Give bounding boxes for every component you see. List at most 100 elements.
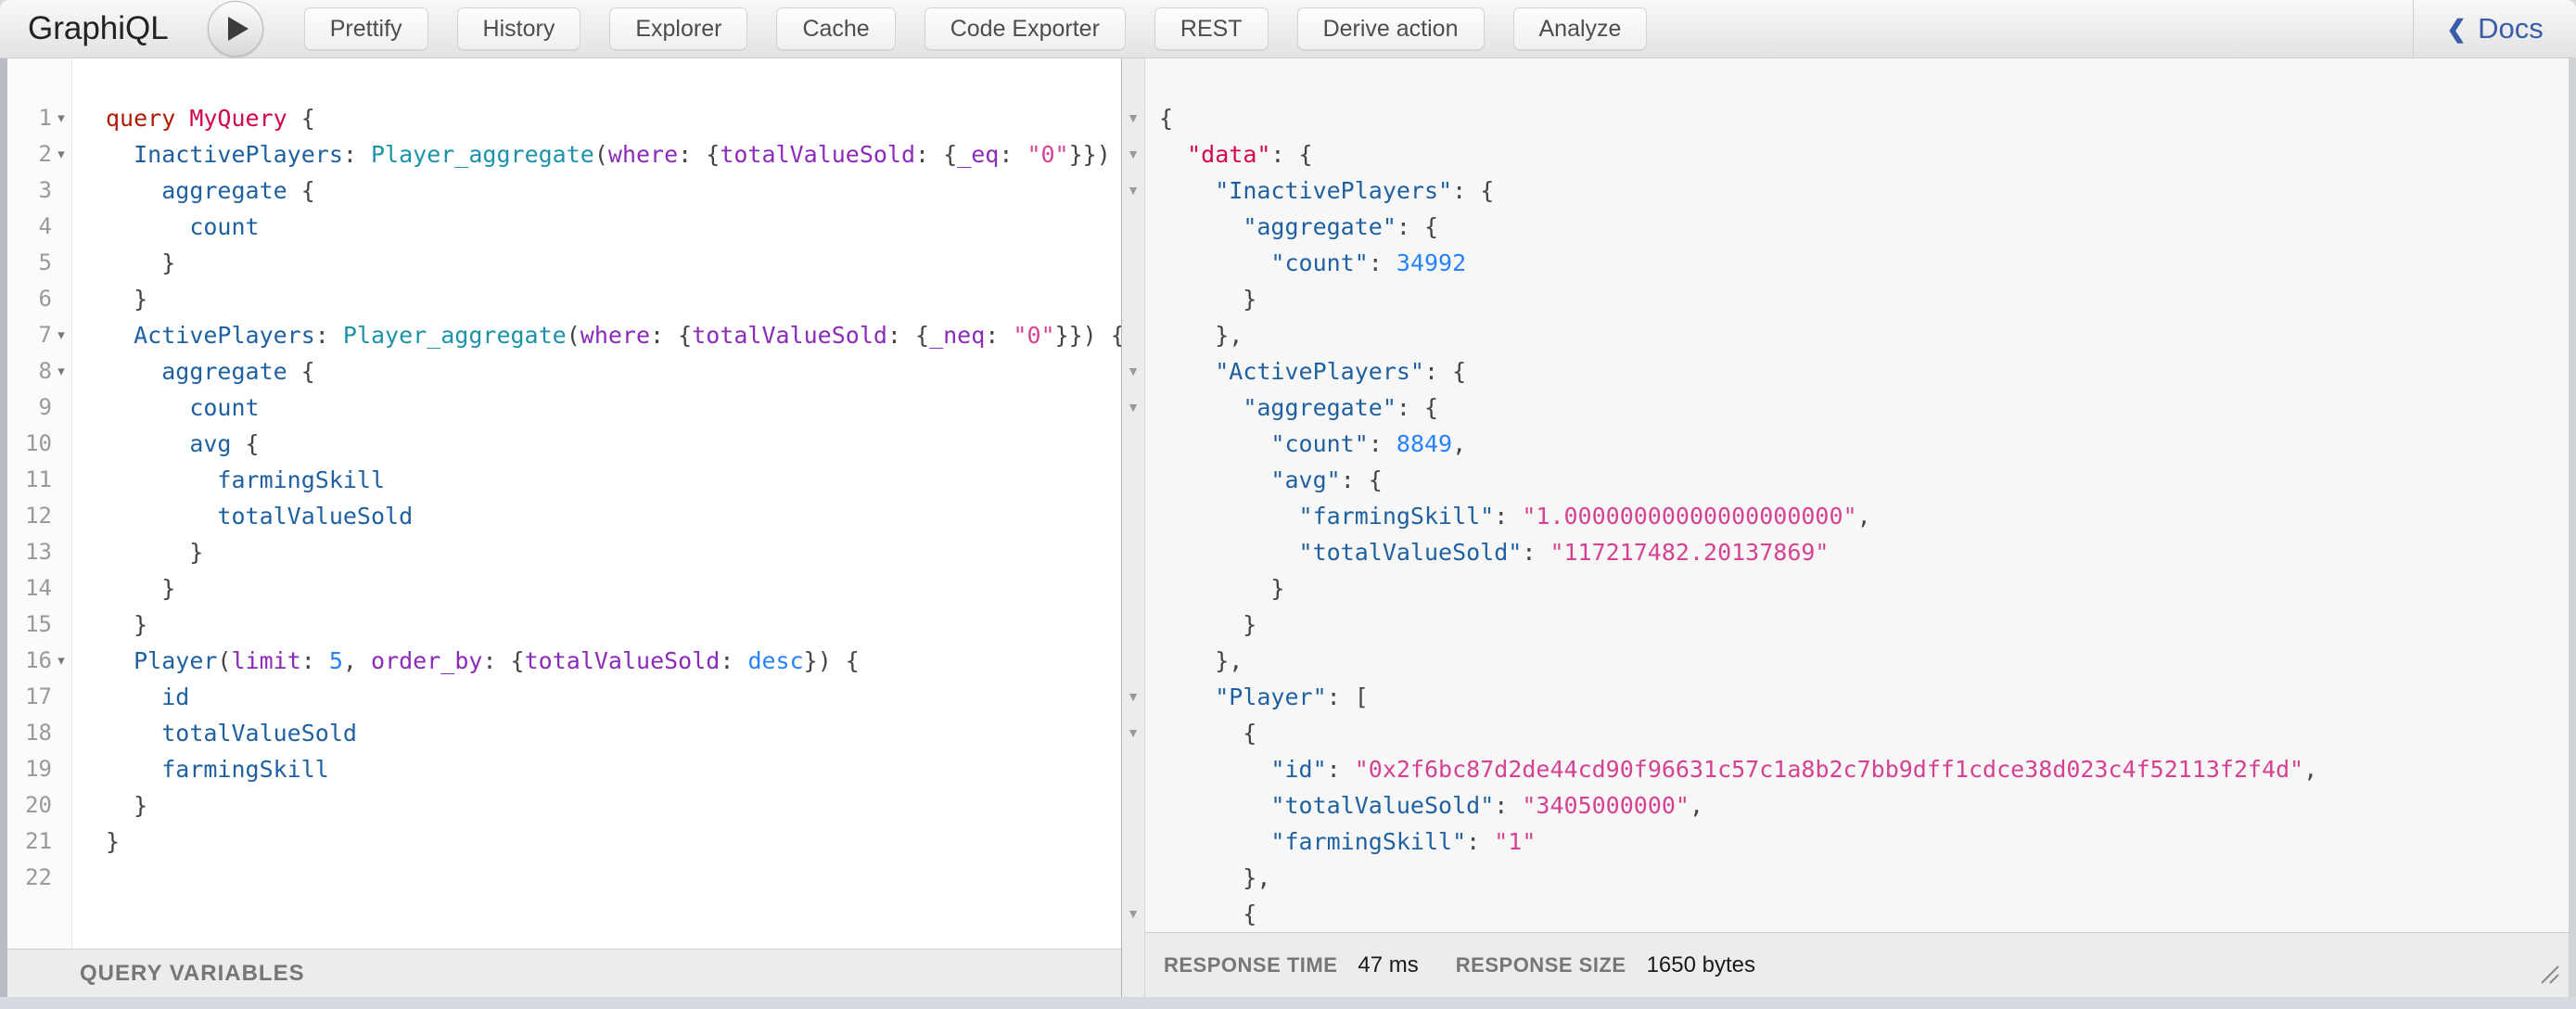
toolbar-button-history[interactable]: History [457, 7, 581, 50]
gutter-line: 15 [7, 607, 71, 643]
line-number: 12 [7, 498, 52, 534]
left-window-edge [0, 58, 7, 997]
gutter-line: 13 [7, 534, 71, 570]
result-fold-gutter: ▼▼▼▼▼▼▼▼ [1122, 58, 1144, 932]
result-fold-arrow-icon[interactable]: ▼ [1122, 353, 1144, 390]
result-json-line: "totalValueSold": "117217482.20137869" [1159, 534, 2569, 570]
toolbar-button-rest[interactable]: REST [1154, 7, 1269, 50]
query-code-line: query MyQuery { [106, 100, 1121, 136]
response-time-value: 47 ms [1358, 952, 1418, 978]
toolbar-button-cache[interactable]: Cache [776, 7, 895, 50]
result-fold-arrow-icon[interactable]: ▼ [1122, 100, 1144, 136]
gutter-line: 19 [7, 751, 71, 787]
gutter-line: 20 [7, 787, 71, 824]
result-fold-arrow-icon[interactable]: ▼ [1122, 136, 1144, 172]
gutter-line: 10 [7, 426, 71, 462]
line-number: 4 [7, 209, 52, 245]
gutter-line: 7▾ [7, 317, 71, 353]
response-size-group: RESPONSE SIZE 1650 bytes [1456, 952, 1755, 978]
result-json-line: "id": "0x2f6bc87d2de44cd90f96631c57c1a8b… [1159, 751, 2569, 787]
toolbar-button-prettify[interactable]: Prettify [304, 7, 428, 50]
toolbar-button-analyze[interactable]: Analyze [1513, 7, 1648, 50]
query-code-line: farmingSkill [106, 462, 1121, 498]
result-fold-spacer [1122, 281, 1144, 317]
line-number: 19 [7, 751, 52, 787]
fold-arrow-icon[interactable]: ▾ [52, 353, 70, 390]
fold-arrow-icon[interactable]: ▾ [52, 100, 70, 136]
play-icon [228, 17, 249, 41]
query-variables-label: QUERY VARIABLES [80, 961, 305, 987]
result-fold-arrow-icon[interactable]: ▼ [1122, 172, 1144, 209]
resize-handle[interactable] [2535, 960, 2561, 986]
result-fold-arrow-icon[interactable]: ▼ [1122, 679, 1144, 715]
result-fold-spacer [1122, 498, 1144, 534]
result-json-line: "count": 8849, [1159, 426, 2569, 462]
response-time-label: RESPONSE TIME [1164, 953, 1337, 977]
gutter-line: 6 [7, 281, 71, 317]
line-number: 21 [7, 824, 52, 860]
graphiql-app: GraphiQL PrettifyHistoryExplorerCacheCod… [0, 0, 2576, 997]
line-number: 7 [7, 317, 52, 353]
query-code-line: } [106, 570, 1121, 607]
result-fold-arrow-icon[interactable]: ▼ [1122, 896, 1144, 932]
gutter-line: 5 [7, 245, 71, 281]
fold-arrow-icon[interactable]: ▾ [52, 136, 70, 172]
gutter-line: 8▾ [7, 353, 71, 390]
result-json-line: "aggregate": { [1159, 209, 2569, 245]
query-editor[interactable]: 1▾2▾34567▾8▾910111213141516▾171819202122… [7, 58, 1121, 950]
query-code-line: id [106, 679, 1121, 715]
gutter-line: 21 [7, 824, 71, 860]
query-code-line: farmingSkill [106, 751, 1121, 787]
result-fold-arrow-icon[interactable]: ▼ [1122, 715, 1144, 751]
line-number: 15 [7, 607, 52, 643]
pane-divider[interactable]: ▼▼▼▼▼▼▼▼ [1121, 58, 1145, 997]
query-code-line: count [106, 209, 1121, 245]
line-number: 10 [7, 426, 52, 462]
result-fold-spacer [1122, 824, 1144, 860]
result-json-line: { [1159, 896, 2569, 932]
result-fold-arrow-icon[interactable]: ▼ [1122, 390, 1144, 426]
query-variables-bar[interactable]: QUERY VARIABLES [7, 949, 1121, 997]
fold-arrow-icon[interactable]: ▾ [52, 317, 70, 353]
toolbar-button-code-exporter[interactable]: Code Exporter [925, 7, 1126, 50]
result-fold-spacer [1122, 751, 1144, 787]
result-json-line: "avg": { [1159, 462, 2569, 498]
query-code-line: InactivePlayers: Player_aggregate(where:… [106, 136, 1121, 172]
execute-query-button[interactable] [208, 1, 263, 57]
toolbar-button-derive-action[interactable]: Derive action [1297, 7, 1485, 50]
result-json-line: }, [1159, 643, 2569, 679]
result-json-line: }, [1159, 317, 2569, 353]
fold-arrow-icon[interactable]: ▾ [52, 643, 70, 679]
query-code-line: totalValueSold [106, 715, 1121, 751]
result-json-line: "count": 34992 [1159, 245, 2569, 281]
result-fold-spacer [1122, 860, 1144, 896]
line-number: 18 [7, 715, 52, 751]
query-code-line: Player(limit: 5, order_by: {totalValueSo… [106, 643, 1121, 679]
gutter-line: 16▾ [7, 643, 71, 679]
line-number: 3 [7, 172, 52, 209]
query-code-line: avg { [106, 426, 1121, 462]
line-number: 20 [7, 787, 52, 824]
gutter-line: 12 [7, 498, 71, 534]
line-number-gutter: 1▾2▾34567▾8▾910111213141516▾171819202122 [7, 58, 72, 950]
result-fold-spacer [1122, 245, 1144, 281]
result-json-line: }, [1159, 860, 2569, 896]
query-code-line: } [106, 824, 1121, 860]
line-number: 17 [7, 679, 52, 715]
line-number: 8 [7, 353, 52, 390]
query-editor-pane: 1▾2▾34567▾8▾910111213141516▾171819202122… [7, 58, 1121, 997]
query-code-line: } [106, 534, 1121, 570]
line-number: 5 [7, 245, 52, 281]
line-number: 22 [7, 860, 52, 896]
result-json-line: "InactivePlayers": { [1159, 172, 2569, 209]
result-json-line: "aggregate": { [1159, 390, 2569, 426]
docs-toggle[interactable]: ❮ Docs [2413, 0, 2576, 57]
main-split: 1▾2▾34567▾8▾910111213141516▾171819202122… [0, 58, 2576, 997]
gutter-line: 14 [7, 570, 71, 607]
result-fold-spacer [1122, 643, 1144, 679]
query-code-line: } [106, 281, 1121, 317]
result-fold-spacer [1122, 570, 1144, 607]
status-bar: RESPONSE TIME 47 ms RESPONSE SIZE 1650 b… [1145, 932, 2569, 997]
query-code: query MyQuery { InactivePlayers: Player_… [72, 58, 1121, 950]
toolbar-button-explorer[interactable]: Explorer [609, 7, 747, 50]
